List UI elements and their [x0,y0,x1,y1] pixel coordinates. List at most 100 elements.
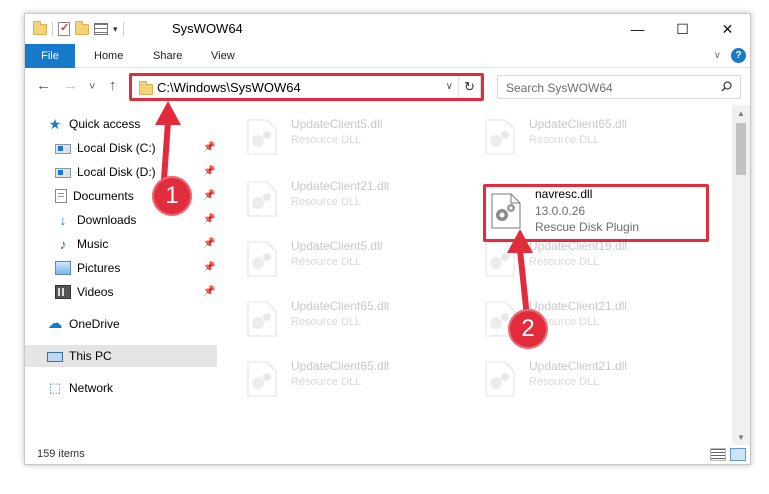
dll-file-icon [247,241,277,277]
sidebar-item-local-disk-d[interactable]: Local Disk (D:) [55,161,156,183]
sidebar-item-label: Documents [73,189,134,203]
dll-file-icon [247,361,277,397]
file-name: UpdateClient5.dll [291,239,383,253]
expand-ribbon-chevron-icon[interactable]: ∨ [714,50,721,61]
sidebar-item-pictures[interactable]: Pictures [55,257,120,279]
file-name: UpdateClient65.dll [291,359,390,373]
tab-home[interactable]: Home [94,44,123,68]
sidebar-item-quick-access[interactable]: ★ Quick access [47,113,207,135]
pin-icon[interactable]: 📌 [203,238,215,249]
dll-file-icon [485,361,515,397]
search-placeholder: Search SysWOW64 [506,81,613,95]
pin-icon[interactable]: 📌 [203,214,215,225]
file-description: Resource DLL [529,134,600,146]
pin-icon[interactable]: 📌 [203,286,215,297]
sidebar-item-label: Music [77,237,109,251]
downloads-icon: ↓ [59,212,67,228]
toolbar-divider [52,22,53,36]
sidebar-item-music[interactable]: ♪ Music [55,233,109,255]
view-toggle [710,448,746,461]
sidebar-item-this-pc[interactable]: This PC [25,345,217,367]
dll-file-icon [247,181,277,217]
file-name: UpdateClient21.dll [529,299,628,313]
list-item[interactable]: UpdateClient21.dll Resource DLL [483,357,693,401]
documents-icon [55,189,67,203]
dll-file-icon [485,119,515,155]
file-name: UpdateClient21.dll [291,179,390,193]
file-description: Resource DLL [291,134,362,146]
list-item[interactable]: UpdateClient21.dll Resource DLL [245,177,455,221]
status-bar: 159 items [25,445,750,464]
videos-icon [55,285,71,299]
properties-icon[interactable] [58,21,70,36]
view-options-icon[interactable] [94,23,108,35]
this-pc-icon [47,351,63,362]
sidebar-item-downloads[interactable]: ↓ Downloads [55,209,137,231]
file-description: Resource DLL [529,376,600,388]
close-button[interactable]: ✕ [705,14,750,44]
quick-access-toolbar: ▾ [33,20,124,38]
file-description: Resource DLL [291,256,362,268]
recent-locations-button[interactable]: ˅ [89,79,95,95]
new-folder-icon[interactable] [75,20,89,35]
sidebar-item-label: Pictures [77,261,121,275]
vertical-scrollbar[interactable]: ▲ ▼ [732,105,750,445]
navigation-bar: ← → ˅ ↑ C:\Windows\SysWOW64 ∨ ↻ Search S… [25,69,750,105]
tab-view[interactable]: View [211,44,235,68]
back-button[interactable]: ← [36,78,51,94]
file-description: Resource DLL [291,196,362,208]
sidebar-item-label: OneDrive [69,317,120,331]
customize-toolbar-caret-icon[interactable]: ▾ [113,24,118,35]
file-name: UpdateClient65.dll [529,117,628,131]
sidebar-item-documents[interactable]: Documents [55,185,134,207]
details-view-button[interactable] [710,448,726,461]
search-icon [721,81,732,92]
pin-icon[interactable]: 📌 [203,190,215,201]
pictures-icon [55,261,71,275]
file-name: UpdateClient19.dll [529,239,628,253]
list-item[interactable]: UpdateClient65.dll Resource DLL [245,297,455,341]
search-box[interactable]: Search SysWOW64 [497,75,741,99]
maximize-button[interactable]: ☐ [660,14,705,44]
dll-file-icon [247,119,277,155]
sidebar-item-label: Quick access [69,117,141,131]
scroll-down-arrow-icon[interactable]: ▼ [732,429,750,445]
list-item[interactable]: UpdateClient65.dll Resource DLL [245,357,455,401]
sidebar-item-local-disk-c[interactable]: Local Disk (C:) [55,137,156,159]
onedrive-icon: ☁ [47,315,63,332]
sidebar-item-label: This PC [69,349,112,363]
folder-icon[interactable] [33,20,47,35]
pin-icon[interactable]: 📌 [203,262,215,273]
tab-share[interactable]: Share [153,44,182,68]
file-description: Resource DLL [529,256,600,268]
list-item[interactable]: UpdateClient65.dll Resource DLL [483,115,693,159]
minimize-button[interactable]: — [615,14,660,44]
sidebar-item-label: Videos [77,285,114,299]
pin-icon[interactable]: 📌 [203,142,215,153]
tab-file[interactable]: File [25,44,75,68]
ribbon-controls: ∨ ? [714,48,746,63]
pin-icon[interactable]: 📌 [203,166,215,177]
window-title: SysWOW64 [172,21,243,36]
music-icon: ♪ [59,236,67,252]
item-count: 159 items [37,448,85,460]
network-icon: ⬚ [48,380,62,395]
forward-button[interactable]: → [63,78,78,94]
scroll-thumb[interactable] [736,123,746,175]
scroll-up-arrow-icon[interactable]: ▲ [732,105,750,121]
help-button[interactable]: ? [731,48,746,63]
up-button[interactable]: ↑ [109,78,117,94]
sidebar-item-network[interactable]: ⬚ Network [47,377,207,399]
explorer-window: ▾ SysWOW64 — ☐ ✕ File Home Share View ∨ … [24,13,751,465]
file-description: Resource DLL [291,376,362,388]
list-item[interactable]: UpdateClient5.dll Resource DLL [245,237,455,281]
toolbar-divider [122,22,124,36]
sidebar-item-onedrive[interactable]: ☁ OneDrive [47,313,207,335]
file-name: UpdateClient5.dll [291,117,383,131]
title-bar: ▾ SysWOW64 — ☐ ✕ [25,14,750,44]
sidebar-item-label: Local Disk (C:) [77,141,156,155]
sidebar-item-videos[interactable]: Videos [55,281,113,303]
list-item[interactable]: UpdateClient5.dll Resource DLL [245,115,455,159]
tiles-view-button[interactable] [730,448,746,461]
file-list: UpdateClient5.dll Resource DLL UpdateCli… [217,105,732,445]
